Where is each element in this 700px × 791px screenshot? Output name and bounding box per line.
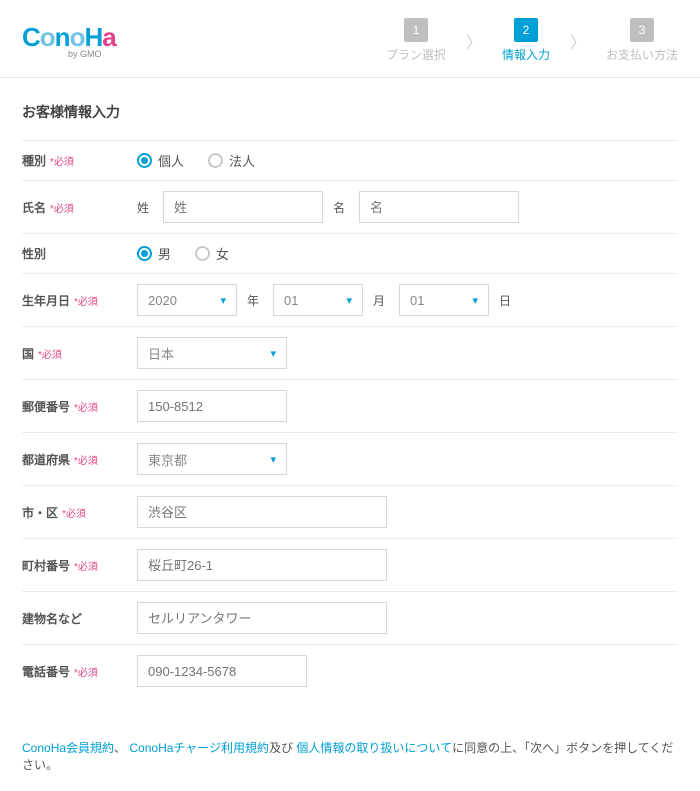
lastname-input[interactable]	[163, 191, 323, 223]
agreement-note: ConoHa会員規約、 ConoHaチャージ利用規約及び 個人情報の取り扱いにつ…	[0, 721, 700, 791]
link-privacy[interactable]: 個人情報の取り扱いについて	[296, 741, 452, 755]
row-addr: 町村番号 *必須	[22, 538, 678, 591]
row-gender: 性別 男 女	[22, 233, 678, 273]
country-select[interactable]: 日本 ▾	[137, 337, 287, 369]
label-gender: 性別	[22, 245, 46, 262]
firstname-input[interactable]	[359, 191, 519, 223]
row-dob: 生年月日 *必須 2020 ▾ 年 01 ▾ 月 01 ▾ 日	[22, 273, 678, 326]
required-mark: *必須	[74, 399, 98, 414]
radio-checked-icon	[137, 153, 152, 168]
firstname-label: 名	[333, 199, 345, 216]
label-type: 種別	[22, 152, 46, 169]
tel-input[interactable]	[137, 655, 307, 687]
radio-unchecked-icon	[195, 246, 210, 261]
radio-corporate[interactable]: 法人	[208, 151, 255, 170]
radio-unchecked-icon	[208, 153, 223, 168]
label-tel: 電話番号	[22, 663, 70, 680]
year-select[interactable]: 2020 ▾	[137, 284, 237, 316]
label-bldg: 建物名など	[22, 610, 82, 627]
building-input[interactable]	[137, 602, 387, 634]
row-name: 氏名 *必須 姓 名	[22, 180, 678, 233]
row-country: 国 *必須 日本 ▾	[22, 326, 678, 379]
day-select[interactable]: 01 ▾	[399, 284, 489, 316]
label-zip: 郵便番号	[22, 398, 70, 415]
link-member-terms[interactable]: ConoHa会員規約	[22, 741, 114, 755]
label-addr: 町村番号	[22, 557, 70, 574]
required-mark: *必須	[74, 664, 98, 679]
radio-male[interactable]: 男	[137, 244, 171, 263]
required-mark: *必須	[38, 346, 62, 361]
chevron-down-icon: ▾	[473, 294, 479, 307]
label-dob: 生年月日	[22, 292, 70, 309]
radio-checked-icon	[137, 246, 152, 261]
required-mark: *必須	[50, 200, 74, 215]
label-pref: 都道府県	[22, 451, 70, 468]
required-mark: *必須	[74, 558, 98, 573]
row-pref: 都道府県 *必須 東京都 ▾	[22, 432, 678, 485]
chevron-down-icon: ▾	[270, 453, 276, 466]
label-country: 国	[22, 345, 34, 362]
zip-input[interactable]	[137, 390, 287, 422]
stepper: 1 プラン選択 〉 2 情報入力 〉 3 お支払い方法	[386, 18, 678, 63]
row-zip: 郵便番号 *必須	[22, 379, 678, 432]
header: ConoHa by GMO 1 プラン選択 〉 2 情報入力 〉 3 お支払い方…	[0, 0, 700, 78]
row-type: 種別 *必須 個人 法人	[22, 140, 678, 180]
address-input[interactable]	[137, 549, 387, 581]
chevron-down-icon: ▾	[270, 347, 276, 360]
step-2: 2 情報入力	[502, 18, 550, 63]
row-tel: 電話番号 *必須	[22, 644, 678, 697]
form: お客様情報入力 種別 *必須 個人 法人 氏名 *必須 姓 名	[0, 78, 700, 721]
row-city: 市・区 *必須	[22, 485, 678, 538]
row-bldg: 建物名など	[22, 591, 678, 644]
required-mark: *必須	[50, 153, 74, 168]
lastname-label: 姓	[137, 199, 149, 216]
city-input[interactable]	[137, 496, 387, 528]
radio-female[interactable]: 女	[195, 244, 229, 263]
prefecture-select[interactable]: 東京都 ▾	[137, 443, 287, 475]
month-select[interactable]: 01 ▾	[273, 284, 363, 316]
section-title: お客様情報入力	[22, 102, 678, 122]
radio-personal[interactable]: 個人	[137, 151, 184, 170]
required-mark: *必須	[74, 293, 98, 308]
chevron-right-icon: 〉	[570, 29, 586, 53]
chevron-right-icon: 〉	[466, 29, 482, 53]
required-mark: *必須	[62, 505, 86, 520]
chevron-down-icon: ▾	[220, 294, 226, 307]
label-name: 氏名	[22, 199, 46, 216]
label-city: 市・区	[22, 504, 58, 521]
logo-block: ConoHa by GMO	[22, 22, 116, 59]
step-1: 1 プラン選択	[386, 18, 446, 63]
link-charge-terms[interactable]: ConoHaチャージ利用規約	[129, 741, 269, 755]
step-3: 3 お支払い方法	[606, 18, 678, 63]
chevron-down-icon: ▾	[346, 294, 352, 307]
required-mark: *必須	[74, 452, 98, 467]
